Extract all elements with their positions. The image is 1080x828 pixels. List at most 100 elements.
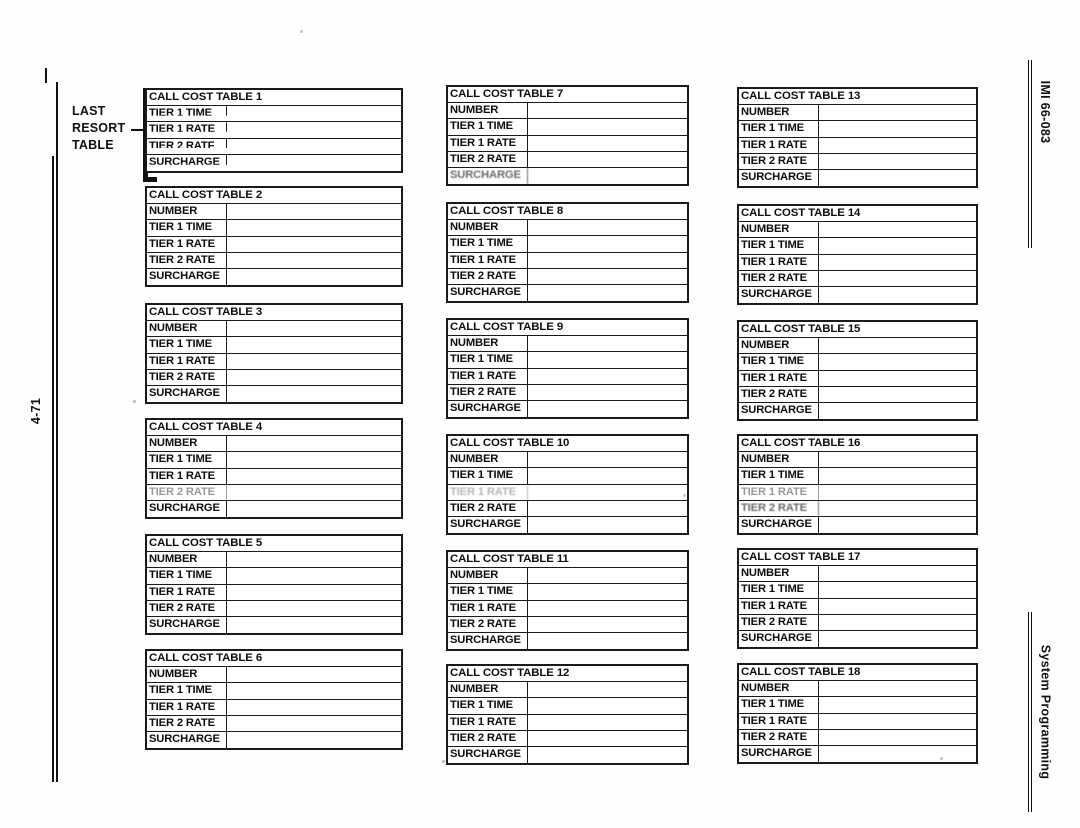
row-value-field[interactable] — [227, 237, 401, 252]
row-value-field[interactable] — [227, 716, 401, 731]
row-value-field[interactable] — [819, 121, 976, 136]
row-value-field[interactable] — [528, 731, 687, 746]
row-value-field[interactable] — [819, 566, 976, 581]
row-value-field[interactable] — [227, 122, 401, 137]
row-value-field[interactable] — [528, 517, 687, 533]
table-title: CALL COST TABLE 17 — [741, 551, 861, 563]
row-value-field[interactable] — [528, 336, 687, 351]
row-value-field[interactable] — [227, 568, 401, 583]
row-value-field[interactable] — [227, 732, 401, 748]
row-value-field[interactable] — [528, 253, 687, 268]
row-value-field[interactable] — [819, 599, 976, 614]
table-row: TIER 1 RATE — [739, 484, 976, 501]
row-value-field[interactable] — [227, 337, 401, 352]
row-value-field[interactable] — [528, 568, 687, 583]
row-value-field[interactable] — [227, 452, 401, 467]
row-value-field[interactable] — [819, 105, 976, 120]
row-value-field[interactable] — [819, 681, 976, 696]
row-value-field[interactable] — [819, 730, 976, 745]
row-value-field[interactable] — [227, 253, 401, 268]
row-value-field[interactable] — [528, 617, 687, 632]
row-value-field[interactable] — [528, 369, 687, 384]
row-value-field[interactable] — [819, 222, 976, 237]
row-value-field[interactable] — [528, 103, 687, 118]
call-cost-table: CALL COST TABLE 10 NUMBER TIER 1 TIME TIER … — [446, 434, 689, 536]
row-value-field[interactable] — [227, 501, 401, 517]
row-value-field[interactable] — [819, 501, 976, 516]
row-value-field[interactable] — [819, 238, 976, 253]
row-value-field[interactable] — [528, 385, 687, 400]
row-value-field[interactable] — [819, 255, 976, 270]
row-value-field[interactable] — [819, 154, 976, 169]
row-value-field[interactable] — [819, 746, 976, 762]
row-value-field[interactable] — [227, 667, 401, 682]
row-value-field[interactable] — [819, 485, 976, 500]
table-row: SURCHARGE — [739, 286, 976, 304]
row-value-field[interactable] — [227, 106, 401, 121]
scan-speck — [300, 30, 303, 33]
row-value-field[interactable] — [528, 152, 687, 167]
row-value-field[interactable] — [227, 617, 401, 633]
row-value-field[interactable] — [227, 269, 401, 285]
row-value-field[interactable] — [819, 582, 976, 597]
row-value-field[interactable] — [819, 631, 976, 647]
row-value-field[interactable] — [227, 139, 401, 154]
row-value-field[interactable] — [227, 220, 401, 235]
row-value-field[interactable] — [528, 269, 687, 284]
row-value-field[interactable] — [528, 584, 687, 599]
row-value-field[interactable] — [819, 371, 976, 386]
row-value-field[interactable] — [227, 601, 401, 616]
row-label: TIER 2 RATF — [147, 138, 227, 148]
row-label: TIER 1 TIME — [147, 683, 227, 699]
row-value-field[interactable] — [528, 136, 687, 151]
row-value-field[interactable] — [227, 155, 401, 171]
row-value-field[interactable] — [227, 683, 401, 698]
row-value-field[interactable] — [528, 119, 687, 134]
row-value-field[interactable] — [227, 552, 401, 567]
row-value-field[interactable] — [528, 501, 687, 516]
row-value-field[interactable] — [227, 436, 401, 451]
row-value-field[interactable] — [819, 271, 976, 286]
row-value-field[interactable] — [528, 682, 687, 697]
row-value-field[interactable] — [528, 468, 687, 483]
row-value-field[interactable] — [227, 204, 401, 219]
right-margin-rule-bottom-a — [1028, 612, 1030, 812]
row-value-field[interactable] — [227, 585, 401, 600]
row-value-field[interactable] — [227, 370, 401, 385]
row-value-field[interactable] — [528, 220, 687, 235]
row-value-field[interactable] — [819, 287, 976, 303]
row-value-field[interactable] — [819, 387, 976, 402]
row-value-field[interactable] — [819, 468, 976, 483]
row-value-field[interactable] — [227, 485, 401, 500]
row-value-field[interactable] — [227, 469, 401, 484]
row-value-field[interactable] — [528, 698, 687, 713]
table-header-row: CALL COST TABLE 15 — [739, 322, 976, 339]
row-value-field[interactable] — [819, 714, 976, 729]
row-value-field[interactable] — [528, 352, 687, 367]
row-value-field[interactable] — [528, 747, 687, 763]
row-value-field[interactable] — [819, 170, 976, 186]
row-value-field[interactable] — [819, 403, 976, 419]
row-value-field[interactable] — [227, 700, 401, 715]
row-value-field[interactable] — [528, 401, 687, 417]
row-value-field[interactable] — [528, 485, 687, 500]
row-value-field[interactable] — [528, 633, 687, 649]
row-value-field[interactable] — [819, 517, 976, 533]
row-value-field[interactable] — [819, 452, 976, 467]
row-value-field[interactable] — [819, 697, 976, 712]
row-value-field[interactable] — [819, 615, 976, 630]
row-value-field[interactable] — [528, 285, 687, 301]
row-value-field[interactable] — [528, 168, 687, 184]
row-value-field[interactable] — [819, 338, 976, 353]
row-value-field[interactable] — [528, 236, 687, 251]
call-cost-table: CALL COST TABLE 14 NUMBER TIER 1 TIME TIER … — [737, 204, 978, 306]
row-value-field[interactable] — [227, 321, 401, 336]
row-value-field[interactable] — [227, 354, 401, 369]
row-value-field[interactable] — [227, 386, 401, 402]
row-value-field[interactable] — [528, 452, 687, 467]
row-value-field[interactable] — [528, 601, 687, 616]
row-value-field[interactable] — [819, 138, 976, 153]
table-row: TIER 2 RATE — [147, 484, 401, 501]
row-value-field[interactable] — [819, 354, 976, 369]
row-value-field[interactable] — [528, 715, 687, 730]
